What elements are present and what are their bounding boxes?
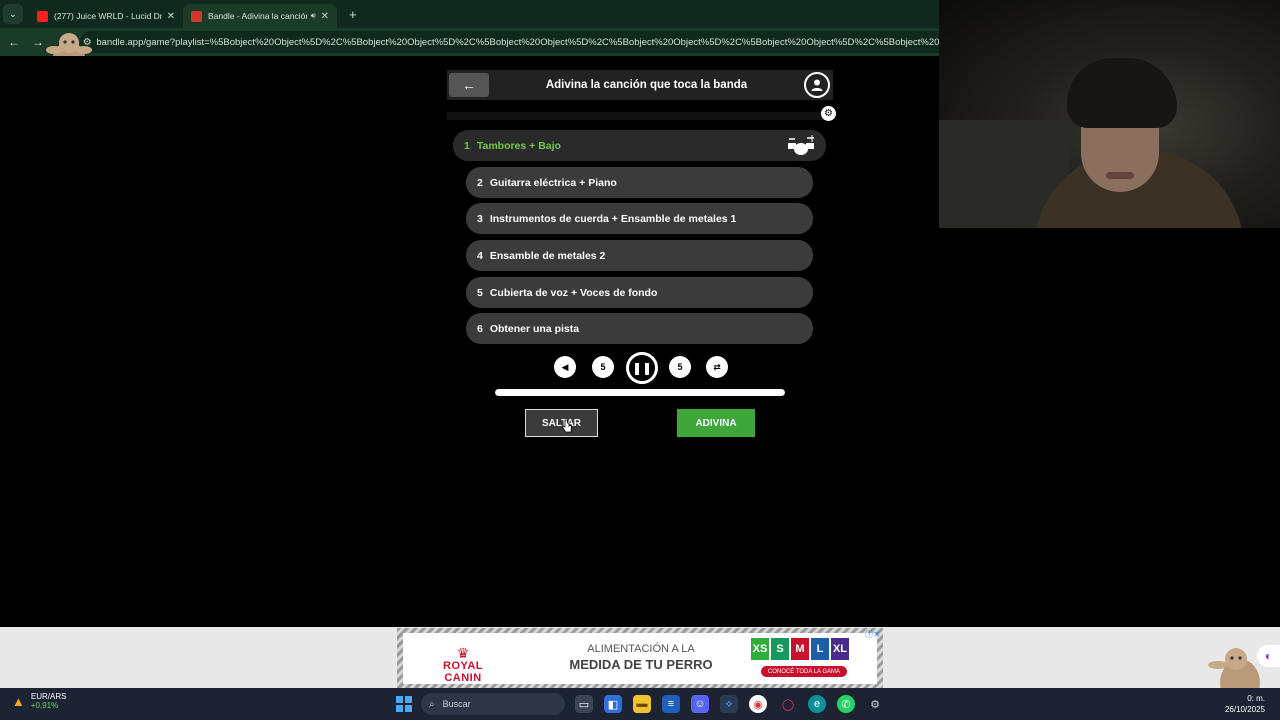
youtube-icon <box>37 10 48 22</box>
mouse-pointer-icon <box>561 419 572 433</box>
ad-size-badge: L <box>811 638 829 660</box>
opera-icon[interactable]: ◯ <box>779 695 797 713</box>
ticker-value: +0,91% <box>30 701 59 710</box>
clue-2[interactable]: 2 Guitarra eléctrica + Piano <box>466 167 813 198</box>
settings-gear-icon[interactable]: ⚙ <box>821 106 836 121</box>
ad-line-2: MEDIDA DE TU PERRO <box>569 657 713 672</box>
address-bar[interactable]: ⚙ bandle.app/game?playlist=%5Bobject%20O… <box>80 31 939 53</box>
taskbar-search[interactable]: ⌕ Buscar <box>421 693 565 715</box>
clue-label: Cubierta de voz + Voces de fondo <box>489 286 658 299</box>
header-divider <box>447 112 833 120</box>
whatsapp-icon[interactable]: ✆ <box>837 695 855 713</box>
clue-label: Tambores + Bajo <box>476 139 561 152</box>
clue-number: 6 <box>477 322 483 335</box>
rewind-seconds: 5 <box>600 362 606 372</box>
ticker-title: EUR/ARS <box>30 692 67 701</box>
clue-label: Obtener una pista <box>489 322 580 335</box>
clue-number: 4 <box>477 249 483 262</box>
ad-line-1: ALIMENTACIÓN A LA <box>587 643 695 655</box>
drum-kit-icon <box>788 135 814 155</box>
arrow-left-icon: ← <box>462 77 476 93</box>
user-icon <box>811 79 823 91</box>
search-icon: ⌕ <box>429 698 435 710</box>
progress-fill <box>495 389 785 396</box>
progress-bar[interactable] <box>495 389 785 396</box>
back-button[interactable]: ← <box>449 73 489 97</box>
app-icon[interactable]: ⟡ <box>720 695 738 713</box>
chrome-icon[interactable]: ◉ <box>749 695 767 713</box>
clue-label: Guitarra eléctrica + Piano <box>489 176 617 189</box>
clue-label: Instrumentos de cuerda + Ensamble de met… <box>489 212 737 225</box>
crown-icon: ♛ <box>456 645 470 661</box>
ad-info-icon[interactable]: ⓘ✕ <box>865 629 880 640</box>
clue-number: 3 <box>477 212 483 225</box>
repeat-off-icon[interactable]: ⇄ <box>706 356 728 378</box>
royal-canin-logo: ♛ ROYAL CANIN <box>423 646 503 684</box>
forward-seconds: 5 <box>677 362 683 372</box>
widgets-ticker[interactable]: ▲ EUR/ARS +0,91% <box>12 692 66 710</box>
playback-controls: ◀ 5 ❚❚ 5 ⇄ <box>554 352 730 386</box>
tab-title: Bandle - Adivina la canción que toca la … <box>208 11 307 21</box>
tab-bandle[interactable]: Bandle - Adivina la canción que toca la … <box>183 4 337 28</box>
new-tab-button[interactable]: + <box>349 7 357 22</box>
clue-4[interactable]: 4 Ensamble de metales 2 <box>466 240 813 271</box>
tab-bar: ⌄ (277) Juice WRLD - Lucid Dreams ✕ Band… <box>0 0 939 28</box>
clue-1[interactable]: 1 Tambores + Bajo <box>453 130 826 161</box>
clue-number: 5 <box>477 286 483 299</box>
ticker-icon: ▲ <box>12 693 25 709</box>
ad-content: ♛ ROYAL CANIN ALIMENTACIÓN A LA MEDIDA D… <box>403 633 877 684</box>
ad-banner[interactable]: ♛ ROYAL CANIN ALIMENTACIÓN A LA MEDIDA D… <box>397 628 883 688</box>
forward-5-icon[interactable]: 5 <box>669 356 691 378</box>
clue-number: 2 <box>477 176 483 189</box>
tab-youtube[interactable]: (277) Juice WRLD - Lucid Dreams ✕ <box>29 4 183 28</box>
clue-5[interactable]: 5 Cubierta de voz + Voces de fondo <box>466 277 813 308</box>
ad-size-badge: XL <box>831 638 849 660</box>
steam-icon[interactable]: ⚙ <box>866 695 884 713</box>
search-placeholder: Buscar <box>442 699 471 709</box>
ad-cta-button[interactable]: CONOCÉ TODA LA GAMA <box>761 666 847 677</box>
volume-icon[interactable]: ◀ <box>554 356 576 378</box>
game-area: ← Adivina la canción que toca la banda ⚙… <box>0 56 939 627</box>
discord-icon[interactable]: ☺ <box>691 695 709 713</box>
rewind-5-icon[interactable]: 5 <box>592 356 614 378</box>
tab-search-chevron-icon[interactable]: ⌄ <box>3 4 23 24</box>
ad-size-badges: XS S M L XL <box>751 638 849 660</box>
webcam-person-mouth <box>1106 172 1134 179</box>
task-view-icon[interactable]: ▭ <box>575 695 593 713</box>
webcam-person-hair <box>1067 58 1177 128</box>
pause-icon[interactable]: ❚❚ <box>626 352 658 384</box>
back-arrow-icon[interactable]: ← <box>4 35 24 49</box>
speaker-icon[interactable]: 🔊︎ <box>311 11 316 21</box>
taskbar: ▲ EUR/ARS +0,91% ⌕ Buscar ▭ ◧ ▬ ≡ ☺ ⟡ ◉ … <box>0 688 1280 720</box>
windows-start-icon[interactable] <box>396 696 412 712</box>
file-explorer-icon[interactable]: ▬ <box>633 695 651 713</box>
ad-size-badge: XS <box>751 638 769 660</box>
tab-title: (277) Juice WRLD - Lucid Dreams <box>54 11 162 21</box>
close-icon[interactable]: ✕ <box>321 11 329 22</box>
notepad-icon[interactable]: ≡ <box>662 695 680 713</box>
url-text: bandle.app/game?playlist=%5Bobject%20Obj… <box>96 36 939 48</box>
guess-button[interactable]: ADIVINA <box>677 409 755 437</box>
bandle-icon <box>191 10 202 22</box>
ad-brand: ROYAL CANIN <box>443 660 483 684</box>
clock-time: 0: m. <box>1247 694 1265 703</box>
ad-size-badge: S <box>771 638 789 660</box>
clue-label: Ensamble de metales 2 <box>489 249 606 262</box>
store-icon[interactable]: ◧ <box>604 695 622 713</box>
clue-number: 1 <box>464 139 470 152</box>
user-button[interactable] <box>804 72 830 98</box>
ad-headline: ALIMENTACIÓN A LA MEDIDA DE TU PERRO <box>561 643 721 672</box>
edge-icon[interactable]: e <box>808 695 826 713</box>
ad-size-badge: M <box>791 638 809 660</box>
close-icon[interactable]: ✕ <box>167 11 175 22</box>
webcam-feed <box>939 0 1280 228</box>
clue-6-hint[interactable]: 6 Obtener una pista <box>466 313 813 344</box>
game-header: ← Adivina la canción que toca la banda <box>447 70 833 100</box>
page-title: Adivina la canción que toca la banda <box>545 79 748 91</box>
browser-toolbar: ← → ⚙ bandle.app/game?playlist=%5Bobject… <box>0 28 939 56</box>
clue-3[interactable]: 3 Instrumentos de cuerda + Ensamble de m… <box>466 203 813 234</box>
system-clock[interactable]: 0: m. 26/10/2025 <box>1225 693 1265 715</box>
right-blank-panel <box>939 228 1280 627</box>
clock-date: 26/10/2025 <box>1224 705 1265 714</box>
